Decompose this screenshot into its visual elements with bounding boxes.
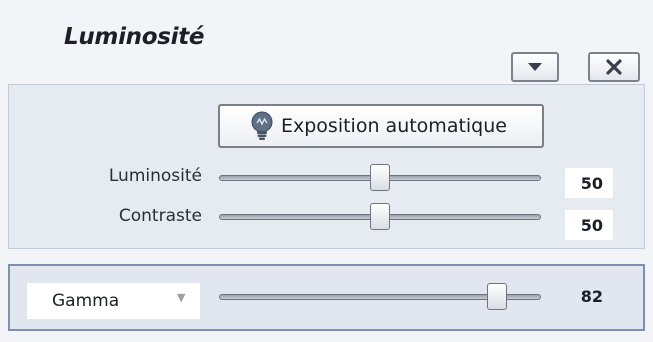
- close-x-icon: [606, 59, 622, 75]
- lightbulb-icon: [251, 111, 273, 140]
- contrast-slider-track[interactable]: [219, 203, 541, 230]
- panel-title: Luminosité: [64, 24, 205, 50]
- gamma-dropdown-value: Gamma: [52, 291, 120, 311]
- brightness-value[interactable]: 50: [565, 168, 613, 198]
- brightness-panel: Luminosité Exposition automatique Lumino…: [0, 0, 653, 342]
- contrast-label: Contraste: [118, 206, 202, 226]
- gamma-value[interactable]: 82: [565, 281, 613, 311]
- panel-menu-button[interactable]: [511, 52, 559, 82]
- auto-exposure-label: Exposition automatique: [281, 115, 507, 137]
- contrast-slider-thumb[interactable]: [370, 203, 390, 230]
- brightness-label: Luminosité: [108, 166, 202, 186]
- triangle-down-icon: [528, 63, 542, 71]
- gamma-slider-thumb[interactable]: [486, 283, 507, 310]
- brightness-slider-track[interactable]: [219, 164, 541, 191]
- panel-close-button[interactable]: [588, 52, 640, 82]
- gamma-dropdown[interactable]: Gamma ▼: [27, 283, 200, 319]
- gamma-slider-track[interactable]: [219, 283, 541, 310]
- brightness-slider-thumb[interactable]: [370, 164, 390, 191]
- contrast-value[interactable]: 50: [565, 210, 613, 240]
- auto-exposure-button[interactable]: Exposition automatique: [218, 104, 544, 148]
- chevron-down-icon: ▼: [177, 291, 186, 304]
